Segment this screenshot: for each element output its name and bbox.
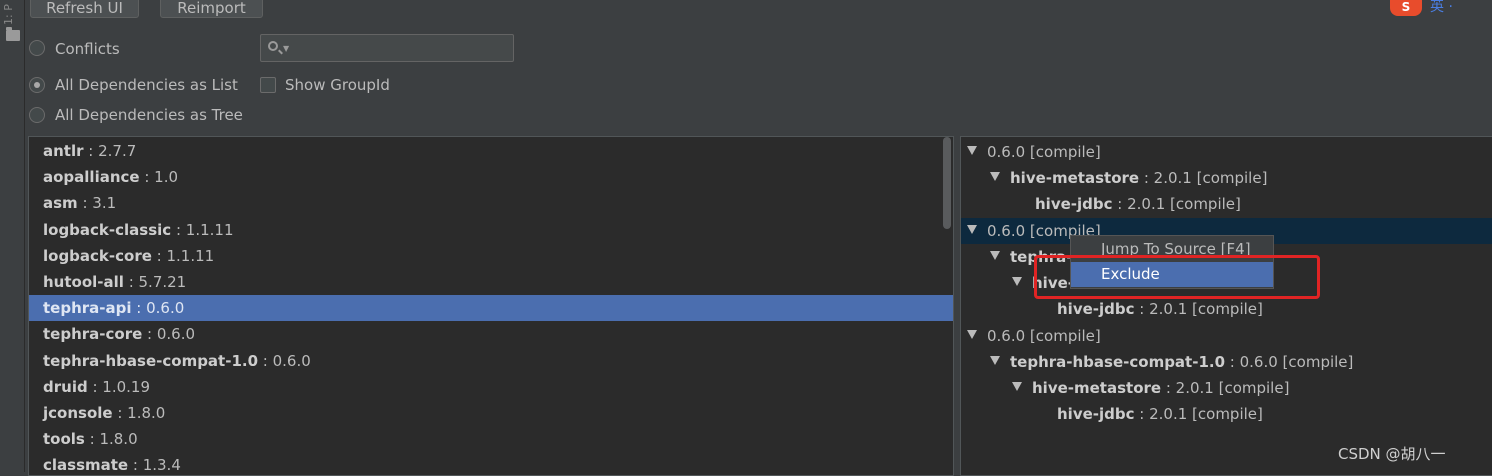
dependency-version: 1.0: [154, 168, 179, 187]
dependency-name: hutool-all: [43, 273, 124, 291]
all-dependencies-list-label: All Dependencies as List: [55, 76, 238, 94]
dependency-version: 0.6.0: [272, 351, 311, 370]
tool-window-strip: [0, 0, 25, 472]
conflicts-radio[interactable]: [29, 40, 45, 56]
dependency-separator: :: [112, 404, 128, 422]
conflicts-label: Conflicts: [55, 40, 120, 58]
dependency-separator: :: [258, 351, 273, 370]
expand-triangle-icon[interactable]: [1012, 277, 1022, 286]
tree-node-leaf[interactable]: hive-jdbc : 2.0.1 [compile]: [1057, 296, 1263, 322]
dependency-name: jconsole: [43, 404, 113, 422]
list-item[interactable]: aopalliance : 1.0: [29, 164, 953, 190]
dependency-version: 5.7.21: [138, 273, 187, 291]
dependency-version: 1.1.11: [185, 220, 234, 239]
tree-node-version[interactable]: 0.6.0 [compile]: [967, 139, 1101, 165]
expand-triangle-icon[interactable]: [967, 330, 977, 339]
list-scrollbar[interactable]: [943, 137, 951, 229]
dependency-version: 1.1.11: [166, 246, 215, 265]
list-item[interactable]: tephra-hbase-compat-1.0 : 0.6.0: [29, 348, 953, 374]
dependency-name: tephra-hbase-compat-1.0: [43, 351, 259, 370]
watermark: CSDN @胡八一: [1338, 445, 1446, 463]
dependency-separator: :: [123, 273, 139, 291]
search-input[interactable]: ▼: [260, 34, 514, 62]
list-item[interactable]: tephra-core : 0.6.0: [29, 321, 953, 347]
all-dependencies-tree-radio[interactable]: [29, 107, 45, 123]
reimport-button[interactable]: Reimport: [160, 0, 263, 18]
dependency-separator: :: [84, 430, 100, 449]
all-dependencies-list-radio[interactable]: [29, 77, 45, 93]
list-item[interactable]: logback-classic : 1.1.11: [29, 217, 953, 243]
expand-triangle-icon[interactable]: [990, 172, 1000, 181]
dependency-name: tephra-core: [43, 325, 143, 344]
list-item[interactable]: antlr : 2.7.7: [29, 138, 953, 164]
dependency-version: 0.6.0: [156, 325, 196, 344]
dependency-name: druid: [43, 377, 88, 396]
dependency-name: logback-core: [43, 246, 152, 265]
project-tool-tab[interactable]: 1: P: [2, 0, 22, 30]
all-dependencies-tree-label: All Dependencies as Tree: [55, 106, 243, 124]
expand-triangle-icon[interactable]: [990, 251, 1000, 260]
dependency-list[interactable]: antlr : 2.7.7 aopalliance : 1.0 asm : 3.1 l…: [28, 136, 954, 476]
expand-triangle-icon[interactable]: [1012, 382, 1022, 391]
expand-triangle-icon[interactable]: [990, 356, 1000, 365]
dependency-name: tephra-api: [43, 299, 132, 318]
search-icon: [268, 41, 278, 51]
list-item[interactable]: logback-core : 1.1.11: [29, 243, 953, 269]
list-item[interactable]: hutool-all : 5.7.21: [29, 269, 953, 295]
list-item[interactable]: druid : 1.0.19: [29, 374, 953, 400]
annotation-highlight-box: [1034, 255, 1320, 299]
list-item[interactable]: asm : 3.1: [29, 190, 953, 216]
tree-node[interactable]: hive-metastore : 2.0.1 [compile]: [990, 165, 1267, 191]
tree-node-leaf[interactable]: hive-jdbc : 2.0.1 [compile]: [1057, 401, 1263, 427]
dependency-version: 1.8.0: [99, 430, 138, 449]
dependency-version: 2.7.7: [98, 142, 137, 160]
dependency-name: aopalliance: [43, 168, 140, 187]
dependency-name: tools: [43, 430, 85, 449]
dependency-separator: :: [87, 377, 103, 396]
show-groupid-checkbox[interactable]: [260, 77, 276, 93]
brand-logo-text: 英 ·: [1430, 0, 1453, 15]
chevron-down-icon: ▼: [283, 44, 290, 53]
tree-node[interactable]: tephra-hbase-compat-1.0 : 0.6.0 [compile…: [990, 349, 1353, 375]
dependency-version: 0.6.0: [146, 299, 185, 318]
tree-node[interactable]: hive-metastore : 2.0.1 [compile]: [1012, 375, 1289, 401]
dependency-version: 1.0.19: [102, 377, 151, 396]
list-item[interactable]: jconsole : 1.8.0: [29, 400, 953, 426]
dependency-separator: :: [151, 246, 167, 265]
dependency-version: 3.1: [92, 194, 117, 213]
dependency-separator: :: [131, 299, 147, 318]
expand-triangle-icon[interactable]: [967, 225, 977, 234]
dependency-separator: :: [77, 194, 93, 213]
show-groupid-label: Show GroupId: [285, 76, 390, 94]
dependency-separator: :: [142, 325, 157, 344]
brand-logo: S: [1390, 0, 1422, 16]
dependency-separator: :: [171, 220, 186, 239]
dependency-version: 1.8.0: [127, 404, 166, 422]
dependency-name: asm: [43, 194, 78, 213]
dependency-separator: :: [139, 168, 155, 187]
folder-icon[interactable]: [6, 27, 20, 41]
dependency-separator: :: [83, 142, 99, 160]
dependency-usages-tree[interactable]: 0.6.0 [compile] hive-metastore : 2.0.1 […: [960, 136, 1492, 476]
dependency-name: logback-classic: [43, 220, 172, 239]
list-item[interactable]: tephra-api : 0.6.0: [29, 295, 953, 322]
expand-triangle-icon[interactable]: [967, 146, 977, 155]
dependency-name: antlr: [43, 142, 84, 160]
list-item[interactable]: tools : 1.8.0: [29, 426, 953, 452]
tree-node-leaf[interactable]: hive-jdbc : 2.0.1 [compile]: [1035, 191, 1241, 217]
list-item[interactable]: classmate : 1.3.4: [29, 452, 953, 475]
tree-node-version[interactable]: 0.6.0 [compile]: [967, 323, 1101, 349]
refresh-ui-button[interactable]: Refresh UI: [30, 0, 139, 18]
